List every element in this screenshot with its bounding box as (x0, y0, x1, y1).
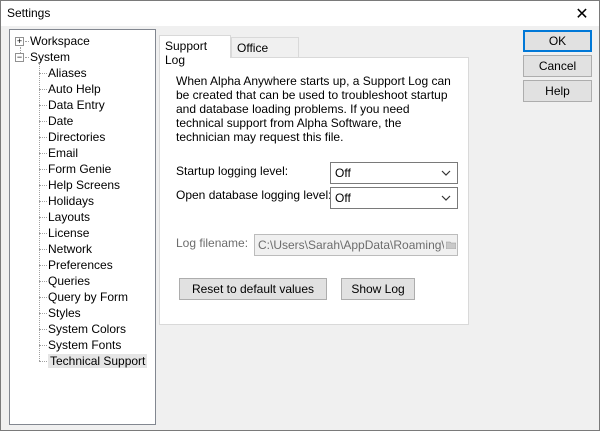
chevron-down-icon (439, 188, 453, 208)
show-log-button[interactable]: Show Log (341, 278, 415, 300)
tree-item-label: Technical Support (48, 354, 148, 368)
tree-item-label: Directories (48, 130, 106, 144)
tree-item-license[interactable]: License (48, 225, 89, 241)
expand-plus-icon[interactable]: + (15, 37, 24, 46)
tree-item-help-screens[interactable]: Help Screens (48, 177, 120, 193)
chevron-down-icon (439, 163, 453, 183)
tree-item-label: Form Genie (48, 162, 112, 176)
log-filename-field: C:\Users\Sarah\AppData\Roaming\Alpha (254, 234, 458, 256)
tree-item-styles[interactable]: Styles (48, 305, 81, 321)
support-log-panel: When Alpha Anywhere starts up, a Support… (159, 57, 469, 325)
tree-item-label: Data Entry (48, 98, 105, 112)
startup-logging-select[interactable]: Off (330, 162, 458, 184)
tree-item-label: Holidays (48, 194, 95, 208)
open-db-logging-label: Open database logging level: (176, 188, 332, 202)
tree-item-preferences[interactable]: Preferences (48, 257, 113, 273)
tree-item-date[interactable]: Date (48, 113, 73, 129)
tree-item-network[interactable]: Network (48, 241, 92, 257)
tree-item-system-fonts[interactable]: System Fonts (48, 337, 121, 353)
tree-item-system-colors[interactable]: System Colors (48, 321, 126, 337)
tree-item-data-entry[interactable]: Data Entry (48, 97, 105, 113)
tree-item-holidays[interactable]: Holidays (48, 193, 94, 209)
open-db-logging-select[interactable]: Off (330, 187, 458, 209)
startup-logging-label: Startup logging level: (176, 164, 289, 178)
tree-item-label: Layouts (48, 210, 91, 224)
tree-item-label: Workspace (30, 34, 90, 48)
tree-item-label: System Fonts (48, 338, 122, 352)
tree-item-label: License (48, 226, 90, 240)
settings-tree[interactable]: + Workspace − System Aliases Auto Help Dat… (9, 29, 156, 425)
tree-item-layouts[interactable]: Layouts (48, 209, 90, 225)
tree-item-email[interactable]: Email (48, 145, 78, 161)
collapse-minus-icon[interactable]: − (15, 53, 24, 62)
tree-item-workspace[interactable]: Workspace (30, 33, 90, 49)
tree-item-query-by-form[interactable]: Query by Form (48, 289, 128, 305)
close-icon[interactable]: ✕ (565, 1, 599, 26)
description-text: When Alpha Anywhere starts up, a Support… (176, 74, 451, 144)
tree-item-label: Query by Form (48, 290, 129, 304)
tree-item-queries[interactable]: Queries (48, 273, 90, 289)
ok-button[interactable]: OK (523, 30, 592, 52)
tree-item-label: Preferences (48, 258, 113, 272)
tree-item-label: System (30, 50, 71, 64)
tree-item-label: Date (48, 114, 74, 128)
tree-item-label: Auto Help (48, 82, 101, 96)
tree-item-directories[interactable]: Directories (48, 129, 105, 145)
tree-item-label: Network (48, 242, 93, 256)
tab-support-log[interactable]: Support Log (159, 35, 231, 67)
tree-item-auto-help[interactable]: Auto Help (48, 81, 101, 97)
tab-office-2000[interactable]: Office 2000 (231, 37, 299, 69)
tree-item-label: Styles (48, 306, 81, 320)
tree-item-label: Queries (48, 274, 91, 288)
tree-item-aliases[interactable]: Aliases (48, 65, 87, 81)
log-filename-label: Log filename: (176, 236, 249, 250)
tree-item-label: Aliases (48, 66, 87, 80)
reset-defaults-button[interactable]: Reset to default values (179, 278, 327, 300)
folder-picker-icon (444, 235, 457, 255)
title-bar: Settings ✕ (1, 1, 599, 26)
tree-item-form-genie[interactable]: Form Genie (48, 161, 111, 177)
window-title: Settings (7, 6, 51, 20)
tree-item-technical-support[interactable]: Technical Support (48, 353, 148, 369)
tree-item-label: Email (48, 146, 79, 160)
tree-item-label: System Colors (48, 322, 127, 336)
tree-item-system[interactable]: System (30, 49, 70, 65)
settings-dialog: Settings ✕ + Workspace − System Aliases A… (0, 0, 600, 431)
tree-item-label: Help Screens (48, 178, 121, 192)
cancel-button[interactable]: Cancel (523, 55, 592, 77)
help-button[interactable]: Help (523, 80, 592, 102)
